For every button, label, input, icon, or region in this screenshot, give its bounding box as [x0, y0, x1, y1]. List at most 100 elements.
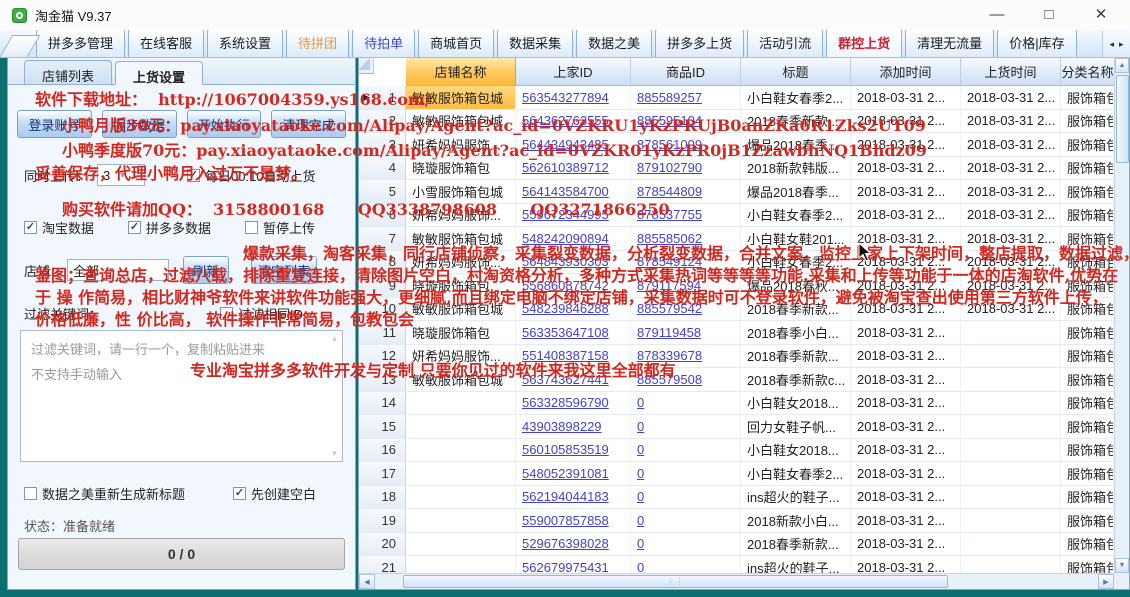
cell-item-id-link[interactable]: 885579508: [631, 368, 741, 391]
table-row[interactable]: 4晓璇服饰箱包5626103897128791027902018新款韩版...2…: [359, 157, 1114, 181]
cell-seller-id-link[interactable]: 43903898229: [516, 415, 631, 438]
cell-seller-id-link[interactable]: 563743627441: [516, 368, 631, 391]
table-row[interactable]: 6妍希妈妈服饰...559672344995878537755小白鞋女春季2..…: [359, 204, 1114, 228]
scroll-right-icon[interactable]: ▶: [1098, 574, 1114, 589]
table-row[interactable]: 5小雪服饰箱包城564143584700878544809爆品2018春季...…: [359, 180, 1114, 204]
cell-seller-id-link[interactable]: 563353647108: [516, 321, 631, 344]
cell-item-id-link[interactable]: 885579542: [631, 298, 741, 321]
main-tab-10[interactable]: 活动引流: [747, 30, 823, 57]
cell-item-id-link[interactable]: 878537755: [631, 204, 741, 227]
pause-upload-checkbox[interactable]: 暂停上传: [245, 218, 315, 237]
col-header-shop[interactable]: 店铺名称: [406, 58, 516, 86]
col-header-category[interactable]: 分类名称: [1061, 58, 1114, 86]
row-number-cell[interactable]: 15: [359, 415, 406, 438]
col-header-added[interactable]: 添加时间: [851, 58, 961, 86]
main-tab-12[interactable]: 清理无流量: [905, 30, 994, 57]
cell-item-id-link[interactable]: 885589257: [631, 86, 741, 109]
cell-item-id-link[interactable]: 885595104: [631, 110, 741, 133]
row-number-cell[interactable]: 13: [359, 368, 406, 391]
textarea-scrollbar[interactable]: ▲ ▼: [328, 332, 341, 460]
table-row[interactable]: 2052967639802802018春季新款...2018-03-31 2..…: [359, 533, 1114, 557]
row-number-cell[interactable]: 20: [359, 533, 406, 556]
row-number-cell[interactable]: 2: [359, 110, 406, 133]
regen-title-checkbox[interactable]: 数据之美重新生成新标题: [24, 484, 185, 503]
scroll-up-icon[interactable]: ▲: [1115, 58, 1129, 73]
cell-item-id-link[interactable]: 0: [631, 439, 741, 462]
row-number-cell[interactable]: 11: [359, 321, 406, 344]
row-number-cell[interactable]: 7: [359, 227, 406, 250]
table-row[interactable]: 1▶敏敏服饰箱包城563543277894885589257小白鞋女春季2...…: [359, 86, 1114, 110]
scroll-left-icon[interactable]: ◀: [359, 574, 375, 589]
cell-item-id-link[interactable]: 878544809: [631, 180, 741, 203]
sync-data-button[interactable]: 同步数据: [102, 110, 177, 138]
cell-item-id-link[interactable]: 0: [631, 533, 741, 556]
cell-seller-id-link[interactable]: 559672344995: [516, 204, 631, 227]
vertical-scroll-thumb[interactable]: [1116, 75, 1129, 163]
clean-finish-button[interactable]: 清理完成: [271, 110, 346, 138]
auto-upload-checkbox[interactable]: ✓ 每日00:10自动上货: [187, 166, 316, 185]
col-header-uploaded[interactable]: 上货时间: [961, 58, 1061, 86]
row-number-cell[interactable]: 4: [359, 157, 406, 180]
table-row[interactable]: 7敏敏服饰箱包城548242090894885585062小白鞋女鞋201...…: [359, 227, 1114, 251]
main-tab-1[interactable]: 拼多多管理: [36, 30, 125, 57]
cell-item-id-link[interactable]: 879102790: [631, 157, 741, 180]
cell-seller-id-link[interactable]: 529676398028: [516, 533, 631, 556]
cell-seller-id-link[interactable]: 548052391081: [516, 462, 631, 485]
main-tab-3[interactable]: 系统设置: [207, 30, 283, 57]
cell-seller-id-link[interactable]: 562610389712: [516, 157, 631, 180]
table-row[interactable]: 1955900785785802018新款小白...2018-03-31 2..…: [359, 509, 1114, 533]
cell-seller-id-link[interactable]: 564434943485: [516, 133, 631, 156]
table-row[interactable]: 9晓璇服饰箱包556860878742879117594爆品2018春秋...2…: [359, 274, 1114, 298]
cell-item-id-link[interactable]: 879117594: [631, 274, 741, 297]
maximize-button[interactable]: □: [1038, 0, 1060, 30]
row-number-cell[interactable]: 14: [359, 392, 406, 415]
row-number-cell[interactable]: 6: [359, 204, 406, 227]
tab-upload-settings[interactable]: 上货设置: [115, 61, 203, 85]
row-number-cell[interactable]: 10: [359, 298, 406, 321]
cell-seller-id-link[interactable]: 564843930303: [516, 251, 631, 274]
table-corner-cell[interactable]: [359, 58, 374, 74]
login-account-button[interactable]: 登录账号: [17, 110, 92, 138]
tab-shop-list[interactable]: 店铺列表: [24, 60, 112, 84]
cell-seller-id-link[interactable]: 548242090894: [516, 227, 631, 250]
minimize-button[interactable]: —: [986, 0, 1008, 30]
cell-seller-id-link[interactable]: 548239846288: [516, 298, 631, 321]
tab-scroll-right-icon[interactable]: ▸: [1119, 39, 1124, 50]
cell-seller-id-link[interactable]: 563328596790: [516, 392, 631, 415]
cell-seller-id-link[interactable]: 564362763555: [516, 110, 631, 133]
main-tab-5[interactable]: 待拍单: [352, 30, 415, 57]
cell-seller-id-link[interactable]: 559007857858: [516, 509, 631, 532]
table-row[interactable]: 11晓璇服饰箱包5633536471088791194582018春季小白...…: [359, 321, 1114, 345]
refresh-button[interactable]: 刷新: [183, 256, 229, 284]
table-row[interactable]: 3妍希妈妈服饰...564434943485878561009爆品2018春季.…: [359, 133, 1114, 157]
main-tab-2[interactable]: 在线客服: [128, 30, 204, 57]
cell-item-id-link[interactable]: 878549124: [631, 251, 741, 274]
cell-item-id-link[interactable]: 0: [631, 509, 741, 532]
concurrent-upload-select[interactable]: 3 ▼: [97, 164, 145, 186]
shop-select[interactable]: 全部 ▼: [67, 259, 169, 281]
tab-scroll-left-icon[interactable]: ◂: [1109, 39, 1114, 50]
row-number-cell[interactable]: 5: [359, 180, 406, 203]
table-row[interactable]: 185621940441830ins超火的鞋子...2018-03-31 2..…: [359, 486, 1114, 510]
start-execute-button[interactable]: 开始执行: [187, 110, 262, 138]
row-number-cell[interactable]: 1▶: [359, 86, 406, 109]
table-row[interactable]: 8妍希妈妈服饰...564843930303878549124小白鞋女春季2..…: [359, 251, 1114, 275]
scroll-down-icon[interactable]: ▼: [1115, 558, 1129, 573]
cell-seller-id-link[interactable]: 564143584700: [516, 180, 631, 203]
cell-item-id-link[interactable]: 0: [631, 462, 741, 485]
table-row[interactable]: 15439038982290回力女鞋子帆...2018-03-31 2...服饰…: [359, 415, 1114, 439]
cell-seller-id-link[interactable]: 562194044183: [516, 486, 631, 509]
table-row[interactable]: 10敏敏服饰箱包城5482398462888855795422018春季新款..…: [359, 298, 1114, 322]
cell-item-id-link[interactable]: 885585062: [631, 227, 741, 250]
cell-seller-id-link[interactable]: 563543277894: [516, 86, 631, 109]
taobao-data-checkbox[interactable]: ✓ 淘宝数据: [24, 218, 94, 237]
table-row[interactable]: 165601058535190小白鞋女2018...2018-03-31 2..…: [359, 439, 1114, 463]
main-tab-9[interactable]: 拼多多上货: [655, 30, 744, 57]
cell-item-id-link[interactable]: 0: [631, 392, 741, 415]
main-tab-7[interactable]: 数据采集: [497, 30, 573, 57]
horizontal-scrollbar[interactable]: ◀ ⋮⋮ ▶: [359, 573, 1114, 589]
cell-item-id-link[interactable]: 878339678: [631, 345, 741, 368]
row-number-cell[interactable]: 16: [359, 439, 406, 462]
cell-seller-id-link[interactable]: 560105853519: [516, 439, 631, 462]
main-tab-8[interactable]: 数据之美: [576, 30, 652, 57]
